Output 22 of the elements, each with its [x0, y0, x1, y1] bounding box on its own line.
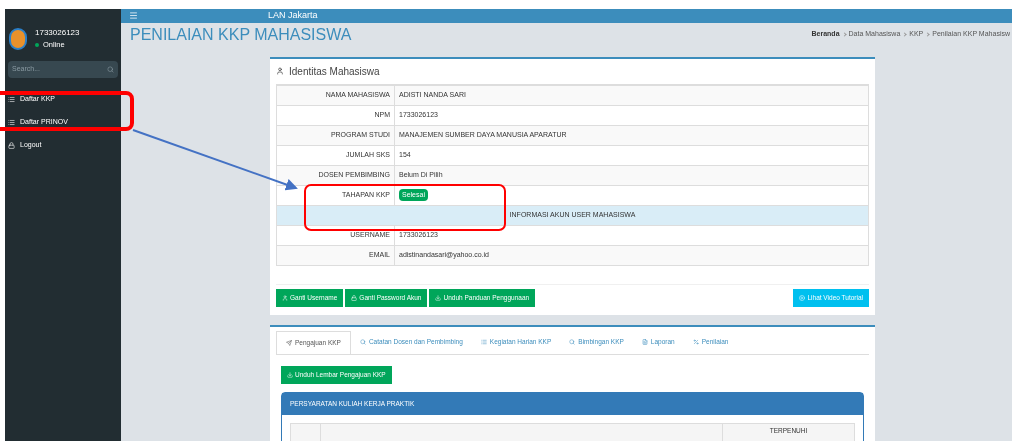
send-icon: [286, 339, 292, 346]
search-icon: [107, 66, 114, 73]
lock-icon: [351, 294, 358, 301]
search-icon: [569, 339, 576, 345]
avatar-icon: [9, 28, 27, 50]
user-name: 1733026123: [35, 27, 80, 40]
download-icon: [435, 294, 442, 301]
card-title: Identitas Mahasiswa: [289, 64, 380, 79]
file-icon: [641, 339, 648, 345]
page-title: PENILAIAN KKP MAHASISWA: [130, 24, 352, 45]
list-icon: [8, 96, 15, 103]
list-icon: [480, 339, 487, 345]
search-icon: [359, 339, 366, 345]
play-icon: [799, 294, 806, 301]
list-icon: [8, 119, 15, 126]
user-icon: [282, 294, 288, 301]
menu-icon[interactable]: [129, 11, 138, 21]
user-icon: [276, 67, 284, 75]
download-icon: [287, 371, 293, 378]
lock-icon: [8, 142, 15, 149]
percent-icon: [692, 339, 699, 345]
header-title: LAN Jakarta: [268, 9, 318, 22]
